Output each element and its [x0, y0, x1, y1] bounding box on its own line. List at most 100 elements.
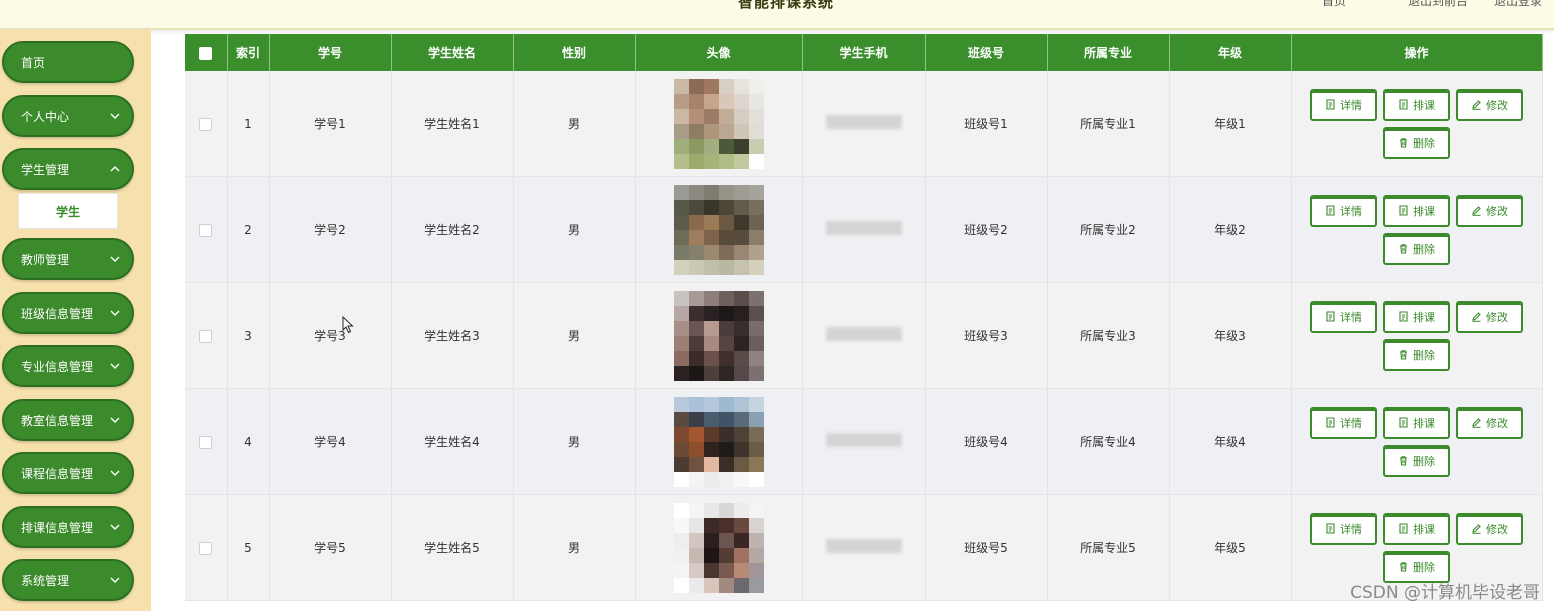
cell-student-id: 学号5 — [269, 494, 392, 601]
row-checkbox[interactable] — [199, 329, 213, 343]
document-icon — [1399, 311, 1408, 322]
pencil-icon — [1472, 100, 1481, 110]
phone-redacted — [825, 539, 902, 553]
cell-class: 班级号2 — [925, 176, 1048, 283]
detail-button[interactable]: 详情 — [1310, 194, 1377, 227]
cell-student-id: 学号2 — [269, 176, 392, 283]
detail-button[interactable]: 详情 — [1310, 300, 1377, 333]
header-link-frontend[interactable]: 退出到前台 — [1408, 0, 1468, 9]
edit-button[interactable]: 修改 — [1456, 194, 1523, 227]
document-icon — [1326, 417, 1335, 428]
cell-avatar — [635, 494, 803, 601]
header-class: 班级号 — [925, 34, 1048, 71]
header-phone: 学生手机 — [802, 34, 926, 71]
sidebar: 首页 个人中心 学生管理 学生 教师管理 班级信息管理 专业信息管理 教室信息管… — [0, 30, 151, 611]
student-table: 索引 学号 学生姓名 性别 头像 学生手机 班级号 所属专业 年级 操作 1 学号… — [185, 34, 1543, 601]
sidebar-subitem-student[interactable]: 学生 — [18, 193, 118, 229]
edit-button[interactable]: 修改 — [1456, 512, 1523, 545]
action-label: 排课 — [1413, 522, 1435, 536]
select-all-checkbox[interactable] — [199, 46, 213, 60]
schedule-button[interactable]: 排课 — [1383, 194, 1450, 227]
sidebar-item-course-info[interactable]: 课程信息管理 — [2, 452, 134, 494]
delete-button[interactable]: 删除 — [1383, 126, 1450, 159]
cell-grade: 年级1 — [1169, 71, 1292, 177]
action-label: 修改 — [1486, 98, 1508, 112]
cell-phone — [802, 388, 926, 495]
cell-index: 3 — [227, 282, 270, 389]
header-link-home[interactable]: 首页 — [1322, 0, 1346, 9]
sidebar-item-teacher-management[interactable]: 教师管理 — [2, 238, 134, 280]
avatar — [673, 184, 764, 275]
sidebar-item-home[interactable]: 首页 — [2, 41, 134, 83]
row-select-cell[interactable] — [185, 494, 228, 601]
row-checkbox[interactable] — [199, 541, 213, 555]
cell-class: 班级号3 — [925, 282, 1048, 389]
schedule-button[interactable]: 排课 — [1383, 300, 1450, 333]
delete-button[interactable]: 删除 — [1383, 444, 1450, 477]
action-label: 删除 — [1413, 136, 1435, 150]
row-checkbox[interactable] — [199, 223, 213, 237]
chevron-down-icon — [110, 113, 120, 119]
header-grade: 年级 — [1169, 34, 1292, 71]
schedule-button[interactable]: 排课 — [1383, 512, 1450, 545]
header-avatar: 头像 — [635, 34, 803, 71]
header-link-logout[interactable]: 退出登录 — [1494, 0, 1542, 9]
cell-actions: 详情 排课 修改删除 — [1291, 71, 1543, 177]
cell-student-name: 学生姓名5 — [391, 494, 514, 601]
sidebar-item-class-info[interactable]: 班级信息管理 — [2, 292, 134, 334]
delete-button[interactable]: 删除 — [1383, 232, 1450, 265]
edit-button[interactable]: 修改 — [1456, 300, 1523, 333]
header-gender: 性别 — [513, 34, 636, 71]
chevron-down-icon — [110, 577, 120, 583]
edit-button[interactable]: 修改 — [1456, 406, 1523, 439]
table-row: 5 学号5 学生姓名5 男 班级号5 所属专业5 年级5 详情 排课 修改 删除 — [185, 494, 1543, 601]
table-row: 1 学号1 学生姓名1 男 班级号1 所属专业1 年级1 详情 排课 修改 删除 — [185, 71, 1543, 177]
detail-button[interactable]: 详情 — [1310, 512, 1377, 545]
action-label: 排课 — [1413, 204, 1435, 218]
chevron-down-icon — [110, 310, 120, 316]
table-row: 4 学号4 学生姓名4 男 班级号4 所属专业4 年级4 详情 排课 修改 删除 — [185, 388, 1543, 495]
header-select-all[interactable] — [185, 34, 228, 71]
row-select-cell[interactable] — [185, 282, 228, 389]
row-select-cell[interactable] — [185, 176, 228, 283]
sidebar-item-system-management[interactable]: 系统管理 — [2, 559, 134, 601]
header-major: 所属专业 — [1047, 34, 1170, 71]
detail-button[interactable]: 详情 — [1310, 88, 1377, 121]
document-icon — [1326, 99, 1335, 110]
sidebar-item-label: 教师管理 — [21, 252, 70, 267]
sidebar-item-classroom-info[interactable]: 教室信息管理 — [2, 399, 134, 441]
cell-avatar — [635, 71, 803, 177]
cell-student-id: 学号3 — [269, 282, 392, 389]
top-bar: 智能排课系统 首页 退出到前台 退出登录 — [0, 0, 1554, 30]
pencil-icon — [1472, 206, 1481, 216]
edit-button[interactable]: 修改 — [1456, 88, 1523, 121]
cell-student-id: 学号4 — [269, 388, 392, 495]
schedule-button[interactable]: 排课 — [1383, 406, 1450, 439]
row-checkbox[interactable] — [199, 435, 213, 449]
delete-button[interactable]: 删除 — [1383, 338, 1450, 371]
schedule-button[interactable]: 排课 — [1383, 88, 1450, 121]
sidebar-item-major-info[interactable]: 专业信息管理 — [2, 345, 134, 387]
row-select-cell[interactable] — [185, 388, 228, 495]
cell-major: 所属专业3 — [1047, 282, 1170, 389]
mouse-cursor-icon — [342, 316, 354, 334]
cell-class: 班级号4 — [925, 388, 1048, 495]
action-label: 详情 — [1340, 204, 1362, 218]
pencil-icon — [1472, 418, 1481, 428]
pencil-icon — [1472, 312, 1481, 322]
sidebar-item-schedule-info[interactable]: 排课信息管理 — [2, 506, 134, 548]
row-select-cell[interactable] — [185, 71, 228, 177]
phone-redacted — [825, 221, 902, 235]
table-header-row: 索引 学号 学生姓名 性别 头像 学生手机 班级号 所属专业 年级 操作 — [185, 34, 1543, 71]
cell-student-id: 学号1 — [269, 71, 392, 177]
detail-button[interactable]: 详情 — [1310, 406, 1377, 439]
cell-index: 4 — [227, 388, 270, 495]
avatar — [673, 396, 764, 487]
row-checkbox[interactable] — [199, 117, 213, 131]
trash-icon — [1400, 244, 1407, 254]
cell-index: 1 — [227, 71, 270, 177]
sidebar-item-personal-center[interactable]: 个人中心 — [2, 95, 134, 137]
sidebar-item-student-management[interactable]: 学生管理 — [2, 148, 134, 190]
chevron-down-icon — [110, 256, 120, 262]
watermark-text: CSDN @计算机毕设老哥 — [1350, 583, 1540, 603]
